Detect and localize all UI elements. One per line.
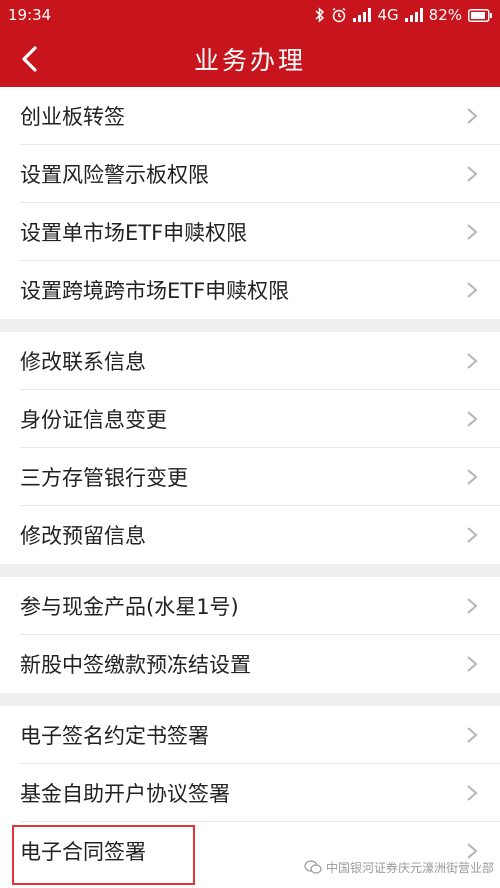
network-type: 4G	[377, 6, 399, 24]
menu-item-chinext-transfer[interactable]: 创业板转签	[0, 87, 500, 145]
chevron-right-icon	[467, 656, 478, 672]
chevron-right-icon	[467, 727, 478, 743]
chevron-right-icon	[467, 469, 478, 485]
watermark: 中国银河证券庆元濠洲街营业部	[304, 859, 494, 876]
menu-item-label: 身份证信息变更	[20, 408, 167, 432]
menu-item-label: 创业板转签	[20, 105, 125, 129]
menu-item-label: 修改联系信息	[20, 350, 146, 374]
menu-group-2: 修改联系信息 身份证信息变更 三方存管银行变更 修改预留信息	[0, 332, 500, 564]
menu-item-single-market-etf[interactable]: 设置单市场ETF申赎权限	[0, 203, 500, 261]
battery-percent: 82%	[428, 6, 462, 24]
menu-item-label: 基金自助开户协议签署	[20, 782, 230, 806]
chevron-right-icon	[467, 785, 478, 801]
watermark-text: 中国银河证券庆元濠洲街营业部	[325, 861, 494, 875]
menu-item-label: 修改预留信息	[20, 524, 146, 548]
bluetooth-icon	[315, 7, 325, 23]
chevron-right-icon	[467, 224, 478, 240]
page-title: 业务办理	[193, 45, 306, 75]
chevron-right-icon	[467, 598, 478, 614]
menu-item-label: 电子合同签署	[20, 840, 146, 864]
section-divider	[0, 564, 500, 577]
menu-item-risk-warning-board[interactable]: 设置风险警示板权限	[0, 145, 500, 203]
menu-group-4: 电子签名约定书签署 基金自助开户协议签署 电子合同签署	[0, 706, 500, 880]
status-icons: 4G 82%	[315, 6, 492, 24]
status-bar: 19:34 4G 82%	[0, 0, 500, 30]
chevron-right-icon	[467, 411, 478, 427]
menu-item-label: 设置跨境跨市场ETF申赎权限	[20, 279, 290, 303]
menu-item-cash-product[interactable]: 参与现金产品(水星1号)	[0, 577, 500, 635]
menu-item-custody-bank-change[interactable]: 三方存管银行变更	[0, 448, 500, 506]
chevron-right-icon	[467, 108, 478, 124]
section-divider	[0, 693, 500, 706]
menu-item-label: 设置风险警示板权限	[20, 163, 209, 187]
menu-item-id-card-change[interactable]: 身份证信息变更	[0, 390, 500, 448]
menu-item-label: 参与现金产品(水星1号)	[20, 595, 239, 619]
chevron-left-icon	[22, 45, 37, 72]
signal-icon	[353, 8, 372, 22]
menu-item-e-signature-agreement[interactable]: 电子签名约定书签署	[0, 706, 500, 764]
menu-item-label: 新股中签缴款预冻结设置	[20, 653, 251, 677]
menu-item-contact-info[interactable]: 修改联系信息	[0, 332, 500, 390]
app-header: 业务办理	[0, 30, 500, 87]
chevron-right-icon	[467, 843, 478, 859]
menu-item-label: 三方存管银行变更	[20, 466, 188, 490]
battery-icon	[468, 8, 492, 22]
chevron-right-icon	[467, 527, 478, 543]
menu-group-1: 创业板转签 设置风险警示板权限 设置单市场ETF申赎权限 设置跨境跨市场ETF申…	[0, 87, 500, 319]
chevron-right-icon	[467, 282, 478, 298]
back-button[interactable]	[12, 42, 46, 76]
menu-item-fund-account-agreement[interactable]: 基金自助开户协议签署	[0, 764, 500, 822]
menu-item-label: 电子签名约定书签署	[20, 724, 209, 748]
status-time: 19:34	[8, 6, 52, 24]
menu-item-cross-border-etf[interactable]: 设置跨境跨市场ETF申赎权限	[0, 261, 500, 319]
menu-item-reserved-info[interactable]: 修改预留信息	[0, 506, 500, 564]
section-divider	[0, 319, 500, 332]
signal-icon-2	[404, 8, 423, 22]
menu-item-ipo-prefreeze[interactable]: 新股中签缴款预冻结设置	[0, 635, 500, 693]
alarm-icon	[333, 7, 346, 23]
chevron-right-icon	[467, 166, 478, 182]
menu-group-3: 参与现金产品(水星1号) 新股中签缴款预冻结设置	[0, 577, 500, 693]
chevron-right-icon	[467, 353, 478, 369]
menu-item-label: 设置单市场ETF申赎权限	[20, 221, 248, 245]
wechat-icon	[304, 860, 322, 874]
